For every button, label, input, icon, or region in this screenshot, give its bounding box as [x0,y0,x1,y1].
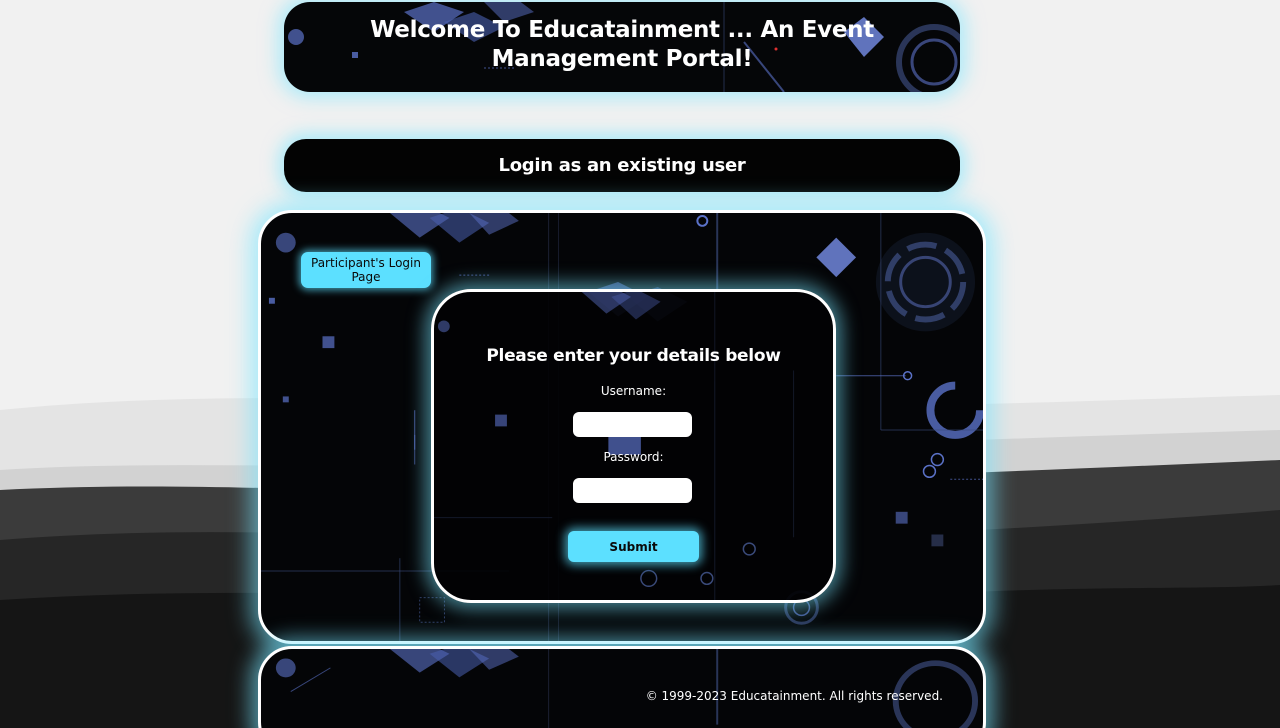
login-container: Participant's Login Page Please enter yo… [258,210,986,644]
password-label: Password: [603,450,664,464]
form-heading: Please enter your details below [486,346,781,366]
username-label: Username: [600,384,667,398]
password-input[interactable] [573,478,692,503]
login-heading-text: Login as an existing user [498,155,746,176]
submit-button[interactable]: Submit [568,531,699,562]
username-input[interactable] [573,412,692,437]
login-section-heading: Login as an existing user [284,139,960,192]
footer: © 1999-2023 Educatainment. All rights re… [258,646,986,728]
header-banner: Welcome To Educatainment ... An Event Ma… [284,2,960,92]
copyright-text: © 1999-2023 Educatainment. All rights re… [645,689,943,703]
participant-login-page-button[interactable]: Participant's Login Page [301,252,431,288]
page-title: Welcome To Educatainment ... An Event Ma… [370,17,874,72]
login-form-card: Please enter your details below Username… [431,289,836,603]
